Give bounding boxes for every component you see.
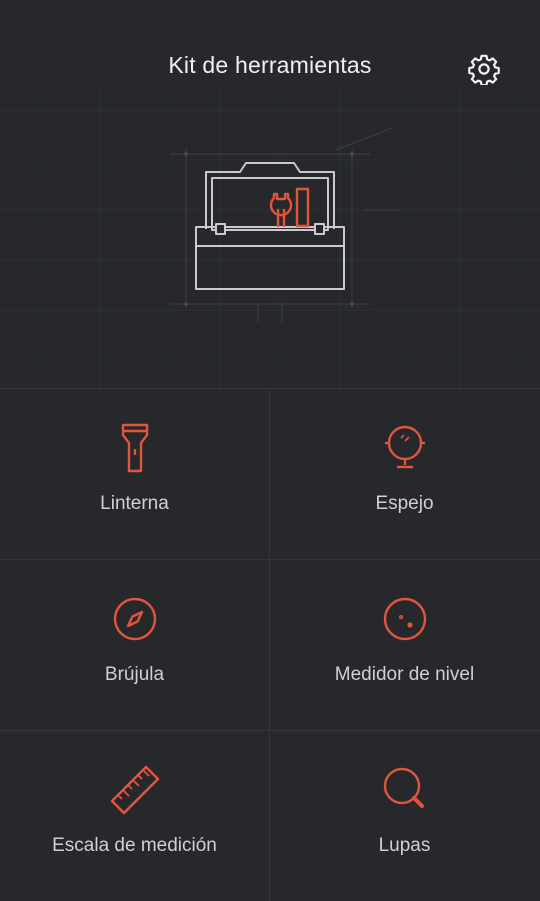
tools-grid: Linterna Espejo Brújula Medidor de nivel	[0, 388, 540, 901]
tool-label: Brújula	[104, 664, 165, 685]
level-meter-icon	[383, 597, 426, 641]
tool-lupas[interactable]: Lupas	[270, 731, 539, 901]
tool-escala-de-medicion[interactable]: Escala de medición	[0, 731, 269, 901]
magnifier-icon	[383, 767, 424, 808]
ruler-icon	[110, 765, 159, 815]
tool-label: Linterna	[100, 493, 169, 514]
tool-brujula[interactable]: Brújula	[0, 560, 269, 730]
toolbox-illustration	[0, 90, 540, 390]
gear-icon	[468, 54, 500, 87]
tool-medidor-de-nivel[interactable]: Medidor de nivel	[270, 560, 539, 730]
tool-label: Escala de medición	[52, 835, 217, 856]
flashlight-icon	[121, 423, 148, 473]
compass-icon	[113, 597, 156, 641]
settings-button[interactable]	[468, 53, 500, 87]
tool-espejo[interactable]: Espejo	[270, 389, 539, 559]
tool-label: Espejo	[375, 493, 434, 514]
page-title: Kit de herramientas	[168, 52, 372, 78]
tool-label: Lupas	[378, 835, 431, 856]
tool-label: Medidor de nivel	[334, 664, 475, 685]
mirror-icon	[384, 425, 425, 469]
tool-linterna[interactable]: Linterna	[0, 389, 269, 559]
